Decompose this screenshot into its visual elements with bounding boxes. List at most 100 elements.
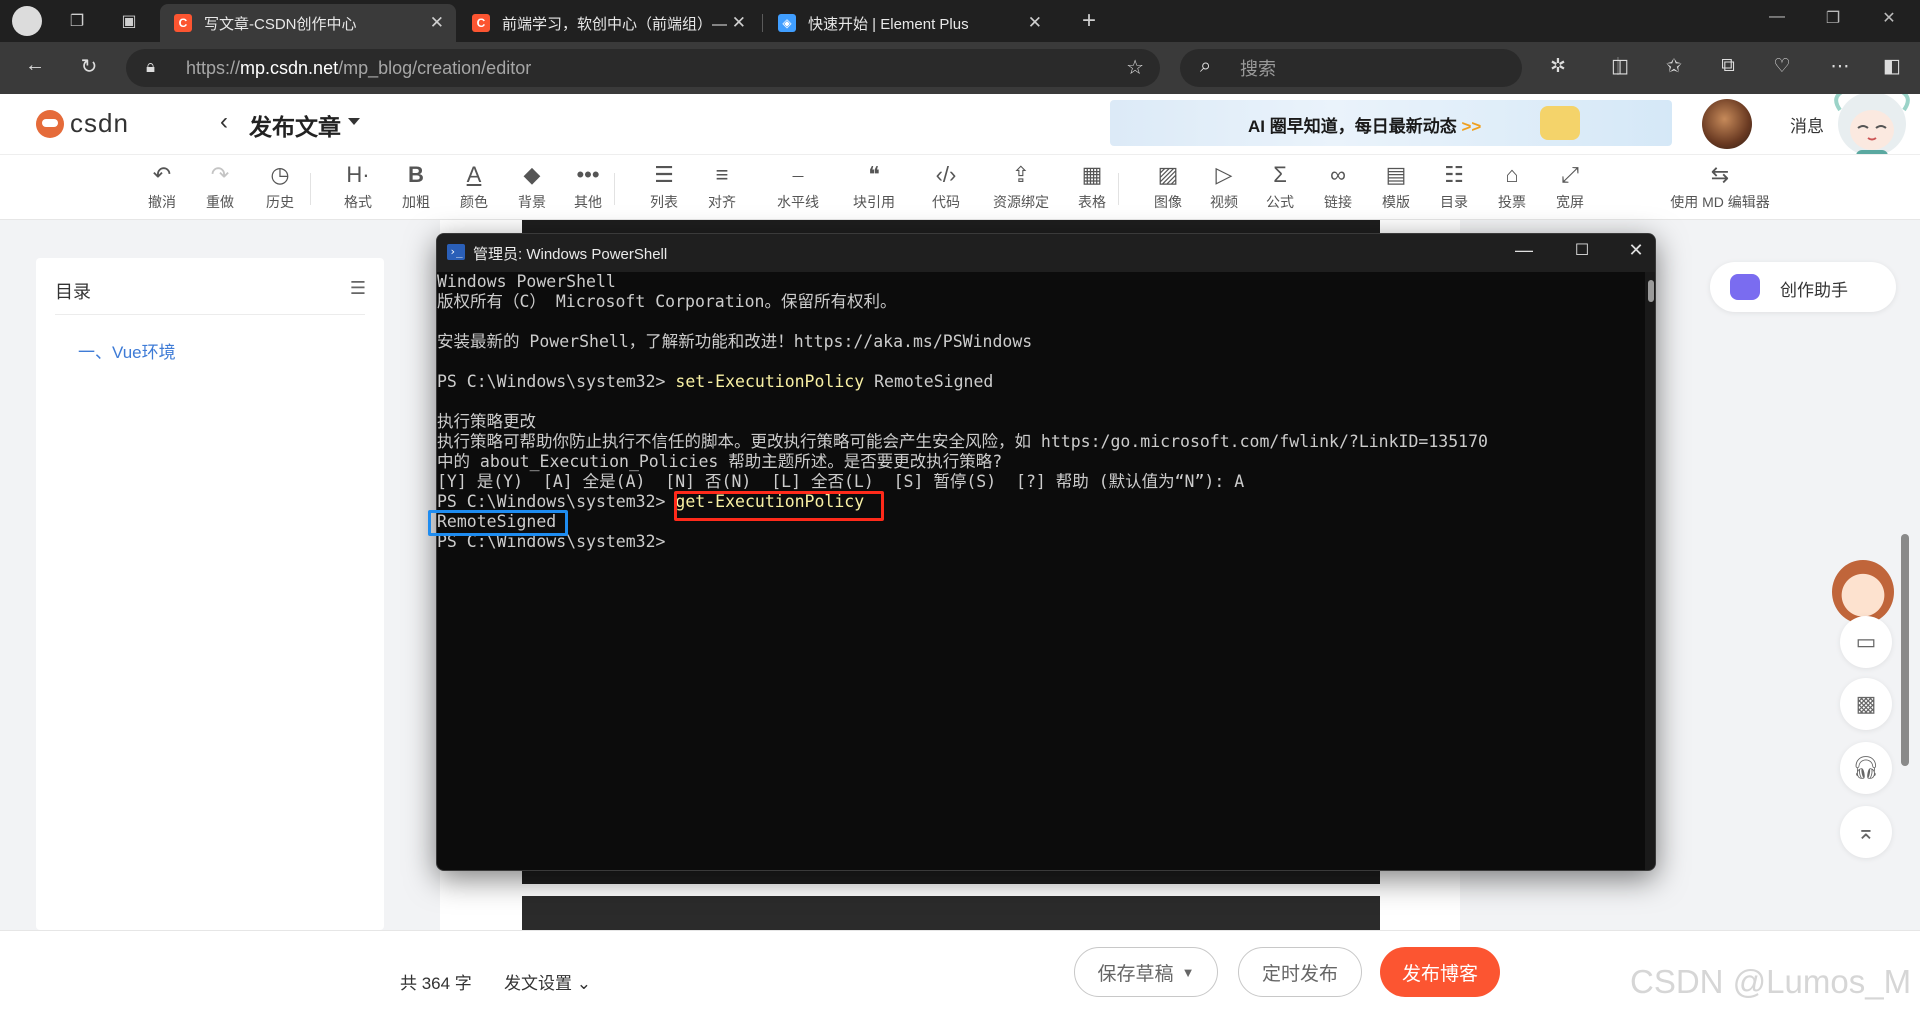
new-tab-icon[interactable]: + (1076, 7, 1102, 34)
search-input[interactable]: ⌕ 搜索 (1180, 49, 1522, 87)
robot-icon (1730, 274, 1760, 300)
csdn-logo[interactable]: csdn (36, 108, 129, 139)
headset-icon[interactable]: 🎧︎ (1840, 742, 1892, 794)
console-line: 版权所有（C） Microsoft Corporation。保留所有权利。 (437, 292, 897, 311)
favorites-icon[interactable]: ✩ (1660, 55, 1688, 78)
powershell-window[interactable]: ›_ 管理员: Windows PowerShell — ☐ ✕ Windows… (436, 233, 1656, 871)
writing-assistant-button[interactable]: 创作助手 (1710, 262, 1896, 312)
tab-frontend-learning[interactable]: C 前端学习，软创中心（前端组）— ✕ (458, 4, 758, 42)
save-draft-button[interactable]: 保存草稿 ▼ (1074, 947, 1218, 997)
divider (55, 314, 365, 315)
chevron-down-icon[interactable] (348, 118, 360, 125)
url-input[interactable]: 🔒︎ https://mp.csdn.net/mp_blog/creation/… (126, 49, 1160, 87)
toolbar-toc-button[interactable]: ☷ 目录 (1426, 161, 1482, 212)
close-tab-icon[interactable]: ✕ (732, 13, 746, 33)
publish-settings-dropdown[interactable]: 发文设置 ⌄ (504, 969, 591, 994)
toolbar-more-button[interactable]: ••• 其他 (560, 161, 616, 212)
favorite-star-icon[interactable]: ☆ (1126, 55, 1144, 80)
profile-icon[interactable] (12, 6, 42, 36)
workspaces-icon[interactable]: ❐ (64, 8, 90, 34)
close-tab-icon[interactable]: ✕ (430, 13, 444, 33)
undo-icon: ↶ (152, 162, 172, 187)
powershell-icon: ›_ (447, 244, 465, 260)
close-tab-icon[interactable]: ✕ (1028, 13, 1042, 33)
blue-highlight-box (428, 510, 568, 536)
coupon-icon[interactable]: ▭ (1840, 616, 1892, 668)
toolbar-list-button[interactable]: ☰ 列表 (636, 161, 692, 212)
toolbar-table-button[interactable]: ▦ 表格 (1064, 161, 1120, 212)
embedded-screenshot (522, 896, 1380, 930)
console-prompt: PS C:\Windows\system32> (437, 372, 676, 391)
messages-link[interactable]: 消息 (1790, 112, 1824, 137)
browser-essentials-icon[interactable]: ♡ (1768, 55, 1796, 78)
toolbar-label: 块引用 (853, 194, 895, 210)
toolbar-vote-button[interactable]: ⌂ 投票 (1484, 161, 1540, 212)
publish-button[interactable]: 发布博客 (1380, 947, 1500, 997)
toolbar-video-button[interactable]: ▷ 视频 (1196, 161, 1252, 212)
console-line: 执行策略更改 (437, 412, 536, 431)
scrollbar-thumb[interactable] (1901, 534, 1909, 766)
powershell-title-bar[interactable]: ›_ 管理员: Windows PowerShell — ☐ ✕ (437, 234, 1655, 272)
toolbar-md-button[interactable]: ⇆ 使用 MD 编辑器 (1660, 161, 1780, 212)
back-to-top-icon[interactable]: ⌅ (1840, 806, 1892, 858)
history-icon: ◷ (270, 162, 290, 187)
toolbar-code-button[interactable]: ‹/› 代码 (918, 161, 974, 212)
back-chevron-icon[interactable]: ‹ (220, 108, 228, 136)
toolbar-resource-button[interactable]: ⇪ 资源绑定 (986, 161, 1056, 212)
vote-icon: ⌂ (1505, 162, 1519, 187)
powershell-console-output[interactable]: Windows PowerShell 版权所有（C） Microsoft Corp… (437, 272, 1637, 870)
toolbar-link-button[interactable]: ∞ 链接 (1310, 161, 1366, 212)
cartoon-avatar-icon[interactable] (1832, 560, 1894, 624)
minimize-icon[interactable]: — (1762, 8, 1792, 26)
minimize-icon[interactable]: — (1509, 240, 1539, 261)
avatar[interactable] (1702, 99, 1752, 149)
toolbar-label: 宽屏 (1556, 194, 1584, 210)
console-line: [Y] 是(Y) [A] 全是(A) [N] 否(N) [L] 全否(L) [S… (437, 472, 1245, 491)
toolbar-color-button[interactable]: A 颜色 (446, 161, 502, 212)
maximize-icon[interactable]: ☐ (1567, 240, 1597, 260)
tab-actions-icon[interactable]: ▣ (116, 8, 142, 34)
collections-icon[interactable]: ⧉ (1714, 55, 1742, 77)
back-icon[interactable]: ← (20, 54, 50, 77)
collapse-toc-icon[interactable]: ☰ (350, 278, 366, 299)
sidebar-icon[interactable]: ◧ (1878, 55, 1906, 78)
tab-element-plus[interactable]: ◈ 快速开始 | Element Plus ✕ (764, 4, 1054, 42)
toolbar-label: 表格 (1078, 194, 1106, 210)
tab-csdn-editor[interactable]: C 写文章-CSDN创作中心 ✕ (160, 4, 456, 42)
console-line: 中的 about_Execution_Policies 帮助主题所述。是否要更改… (437, 452, 1003, 471)
close-window-icon[interactable]: ✕ (1874, 8, 1904, 28)
toolbar-image-button[interactable]: ▨ 图像 (1140, 161, 1196, 212)
widescreen-icon: ⤢ (1561, 162, 1579, 187)
toolbar-undo-button[interactable]: ↶ 撤消 (134, 161, 190, 212)
toolbar-separator (614, 173, 615, 205)
toolbar-redo-button[interactable]: ↷ 重做 (192, 161, 248, 212)
toolbar-template-button[interactable]: ▤ 模版 (1368, 161, 1424, 212)
toolbar-wide-button[interactable]: ⤢ 宽屏 (1542, 161, 1598, 212)
close-window-icon[interactable]: ✕ (1621, 240, 1651, 261)
ai-news-banner[interactable]: AI 圈早知道，每日最新动态 >> (1110, 100, 1672, 146)
toolbar-history-button[interactable]: ◷ 历史 (252, 161, 308, 212)
scrollbar-thumb[interactable] (1648, 280, 1654, 302)
image-icon: ▨ (1157, 162, 1179, 187)
toolbar-bold-button[interactable]: B 加粗 (388, 161, 444, 212)
toc-item[interactable]: 一、Vue环境 (78, 338, 176, 363)
toolbar-label: 格式 (344, 194, 372, 210)
more-icon[interactable]: ⋯ (1826, 55, 1854, 78)
restore-icon[interactable]: ❐ (1818, 8, 1848, 28)
page-scrollbar[interactable] (1896, 220, 1914, 930)
toolbar-quote-button[interactable]: ❝ 块引用 (846, 161, 902, 212)
toolbar-align-button[interactable]: ≡ 对齐 (694, 161, 750, 212)
scheduled-publish-button[interactable]: 定时发布 (1238, 947, 1362, 997)
qr-code-icon[interactable]: ▩ (1840, 678, 1892, 730)
page-title[interactable]: 发布文章 (249, 108, 341, 142)
toolbar-format-button[interactable]: H· 格式 (330, 161, 386, 212)
toolbar-label: 模版 (1382, 194, 1410, 210)
toolbar-hr-button[interactable]: ⎯ 水平线 (770, 161, 826, 212)
toolbar-formula-button[interactable]: Σ 公式 (1252, 161, 1308, 212)
tab-title: 快速开始 | Element Plus (808, 15, 969, 33)
reload-icon[interactable]: ↻ (74, 54, 104, 79)
split-screen-icon[interactable]: ◫ (1606, 55, 1634, 78)
extensions-icon[interactable]: ✲ (1544, 55, 1572, 78)
console-scrollbar[interactable] (1645, 272, 1655, 870)
toolbar-background-button[interactable]: ◆ 背景 (504, 161, 560, 212)
